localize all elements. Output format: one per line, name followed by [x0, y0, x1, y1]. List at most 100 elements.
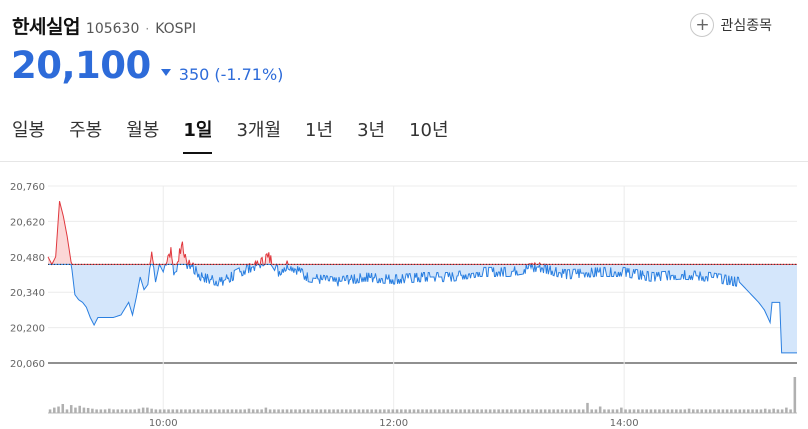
- volume-bar: [167, 409, 170, 413]
- tab-monthly[interactable]: 월봉: [114, 110, 171, 154]
- volume-bar: [171, 409, 175, 413]
- volume-bar: [349, 409, 352, 413]
- volume-bar: [184, 409, 187, 413]
- volume-bar: [526, 409, 530, 413]
- volume-bar: [785, 407, 788, 413]
- volume-bar: [370, 409, 373, 413]
- volume-bar: [598, 406, 602, 413]
- volume-bar: [412, 409, 416, 413]
- volume-bar: [95, 409, 98, 413]
- tab-10years[interactable]: 10년: [397, 110, 460, 154]
- volume-bar: [700, 409, 704, 413]
- volume-bar: [751, 409, 754, 413]
- volume-bar: [480, 409, 483, 413]
- volume-bar: [421, 409, 424, 413]
- volume-bar: [298, 409, 302, 413]
- volume-bar: [391, 409, 395, 413]
- volume-bar: [315, 409, 318, 413]
- separator-dot: ·: [145, 22, 150, 36]
- volume-bar: [141, 407, 145, 413]
- volume-bar: [556, 409, 560, 413]
- volume-bar: [400, 409, 403, 413]
- volume-bar: [565, 409, 568, 413]
- volume-bar: [146, 407, 149, 413]
- volume-bar: [725, 409, 729, 413]
- volume-bar: [108, 408, 111, 413]
- volume-bar: [683, 409, 687, 413]
- intraday-chart[interactable]: 20,760 20,620 20,480 20,340 20,200 20,060 10:0…: [0, 170, 808, 429]
- volume-bar: [721, 409, 725, 413]
- volume-bar: [290, 409, 293, 413]
- volume-bar: [776, 409, 780, 413]
- tab-3years[interactable]: 3년: [345, 110, 397, 154]
- tab-1year[interactable]: 1년: [293, 110, 345, 154]
- volume-bar: [632, 409, 636, 413]
- volume-bar: [747, 409, 750, 413]
- volume-bar: [514, 409, 517, 413]
- volume-bar: [636, 409, 640, 413]
- volume-bar: [69, 405, 73, 413]
- y-tick-label: 20,200: [10, 324, 45, 335]
- volume-bar: [675, 409, 678, 413]
- volume-bar: [374, 409, 378, 413]
- volume-bar: [260, 409, 263, 413]
- volume-bar: [577, 409, 581, 413]
- volume-bar: [319, 409, 323, 413]
- market-name: KOSPI: [155, 21, 197, 37]
- tab-daily[interactable]: 일봉: [0, 110, 57, 154]
- volume-bar: [438, 409, 441, 413]
- tab-1day[interactable]: 1일: [171, 110, 224, 154]
- tab-3months[interactable]: 3개월: [224, 110, 293, 154]
- volume-bar: [658, 409, 661, 413]
- volume-bar: [243, 409, 246, 413]
- volume-bar: [624, 409, 627, 413]
- volume-bar: [581, 409, 585, 413]
- price-line-up: [47, 201, 797, 267]
- volume-bar: [196, 409, 200, 413]
- volume-bar: [510, 409, 513, 413]
- volume-bar: [103, 409, 107, 413]
- volume-bar: [763, 408, 767, 413]
- volume-bar: [357, 409, 361, 413]
- volume-bar: [61, 404, 65, 413]
- volume-bar: [226, 409, 230, 413]
- volume-bar: [628, 409, 632, 413]
- volume-bar: [222, 409, 225, 413]
- volume-bar: [158, 409, 162, 413]
- volume-bar: [91, 408, 94, 413]
- volume-bar: [268, 409, 272, 413]
- volume-bar: [615, 409, 619, 413]
- volume-bar: [484, 409, 488, 413]
- volume-bar: [120, 409, 124, 413]
- x-tick-label: 14:00: [610, 418, 639, 429]
- volume-bar: [201, 409, 204, 413]
- volume-bar: [99, 409, 103, 413]
- volume-bar: [74, 407, 77, 413]
- volume-bar: [48, 409, 52, 413]
- price-row: 20,100 350 (-1.71%): [11, 44, 283, 87]
- price-change: 350 (-1.71%): [160, 65, 283, 84]
- volume-bar: [446, 409, 450, 413]
- volume-bar: [366, 409, 369, 413]
- volume-bar: [387, 409, 390, 413]
- volume-bar: [323, 409, 327, 413]
- volume-bar: [78, 405, 81, 413]
- volume-bar: [264, 407, 268, 413]
- volume-bar: [641, 409, 644, 413]
- volume-bar: [488, 409, 492, 413]
- volume-bar: [611, 409, 615, 413]
- volume-bar: [336, 409, 340, 413]
- volume-bar: [273, 409, 276, 413]
- area-below-reference: [48, 264, 797, 353]
- volume-bar: [239, 409, 242, 413]
- volume-bar: [294, 409, 297, 413]
- change-amount: 350: [178, 65, 210, 84]
- volume-bar: [717, 409, 720, 413]
- tab-weekly[interactable]: 주봉: [57, 110, 114, 154]
- volume-bar: [332, 409, 335, 413]
- add-favorite-button[interactable]: + 관심종목: [690, 13, 772, 37]
- volume-bar: [696, 409, 699, 413]
- volume-bar: [793, 377, 797, 413]
- volume-bar: [522, 409, 526, 413]
- y-tick-label: 20,760: [10, 182, 45, 193]
